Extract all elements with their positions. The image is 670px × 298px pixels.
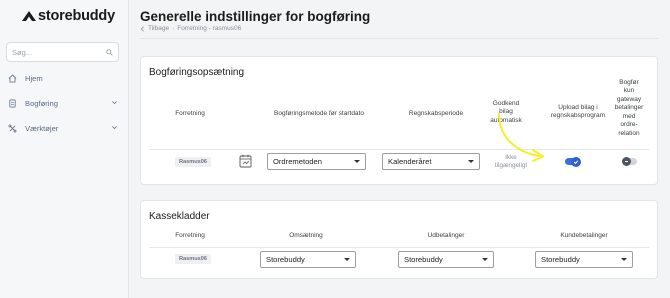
payouts-select[interactable]: Storebuddy [398, 251, 494, 268]
header-line: Godkend [492, 100, 520, 107]
minus-icon [622, 157, 631, 166]
sidebar-item-label: Bogføring [25, 98, 58, 108]
annotation-arrow-icon [498, 113, 544, 162]
column-header-store: Forretning [175, 232, 205, 239]
row-divider [149, 149, 649, 150]
chevron-left-icon [140, 25, 144, 32]
card-title: Bogføringsopsætning [149, 67, 245, 78]
header-line: Bogfør [619, 79, 639, 86]
sidebar: storebuddy Søg... Hjem Bogføring Værktøj… [0, 0, 129, 298]
document-icon [7, 98, 17, 108]
gateway-toggle[interactable] [622, 157, 637, 166]
column-header-method: Bogføringsmetode før startdato [274, 110, 364, 117]
sidebar-item-label: Værktøjer [25, 123, 59, 133]
sidebar-item-label: Hjem [25, 73, 43, 83]
sidebar-item-bogforing[interactable]: Bogføring [7, 95, 122, 111]
select-value: Ordremetoden [273, 157, 322, 166]
row-divider [149, 247, 649, 248]
breadcrumb-separator: · [172, 25, 175, 32]
tools-icon [7, 123, 17, 133]
calendar-icon[interactable] [239, 154, 252, 168]
column-header-store: Forretning [175, 110, 205, 117]
caret-down-icon [621, 258, 627, 261]
caret-down-icon [468, 160, 474, 163]
sidebar-item-vaerktojer[interactable]: Værktøjer [7, 120, 122, 136]
column-header-payouts: Udbetalinger [427, 232, 465, 239]
logo-mark-icon [22, 11, 36, 21]
column-header-upload: Upload bilag i regnskabsprogram [543, 104, 613, 121]
cash-ledgers-card: Kassekladder Forretning Omsætning Udbeta… [140, 200, 658, 279]
header-line: betalinger [614, 104, 644, 112]
storebuddy-logo[interactable]: storebuddy [22, 8, 115, 24]
select-value: Storebuddy [266, 255, 305, 264]
caret-down-icon [354, 160, 360, 163]
accounting-setup-card: Bogføringsopsætning Forretning Bogføring… [140, 56, 658, 185]
select-value: Storebuddy [404, 255, 443, 264]
header-line: kun [623, 87, 635, 95]
check-icon [571, 156, 581, 167]
header-line: med [622, 112, 636, 120]
home-icon [7, 73, 17, 83]
column-header-period: Regnskabsperiode [408, 110, 464, 117]
header-line: relation [618, 129, 640, 137]
chevron-down-icon[interactable] [111, 124, 118, 131]
chevron-down-icon[interactable] [111, 99, 118, 106]
caret-down-icon [344, 258, 350, 261]
search-icon [106, 48, 113, 56]
revenue-select[interactable]: Storebuddy [260, 251, 356, 268]
caret-down-icon [482, 258, 488, 261]
search-placeholder: Søg... [12, 47, 33, 57]
header-line: ordre- [620, 121, 638, 129]
column-header-gateway: Bogfør kun gateway betalinger med ordre-… [608, 79, 650, 138]
breadcrumb: Tilbage · Forretning - rasmus06 [140, 25, 241, 32]
column-header-customer-payments: Kundebetalinger [560, 232, 608, 239]
customer-payments-select[interactable]: Storebuddy [535, 251, 633, 268]
sidebar-item-home[interactable]: Hjem [7, 70, 122, 86]
search-input[interactable]: Søg... [6, 42, 119, 62]
store-badge: Rasmus06 [175, 254, 211, 264]
unavailable-line: tilgængeligt [494, 162, 528, 170]
header-line: regnskabsprogram [550, 112, 606, 120]
header-line: gateway [616, 95, 642, 103]
upload-toggle[interactable] [565, 156, 581, 167]
period-select[interactable]: Kalenderåret [382, 153, 480, 170]
select-value: Kalenderåret [388, 157, 432, 166]
select-value: Storebuddy [541, 255, 580, 264]
store-badge: Rasmus06 [175, 157, 211, 167]
header-divider [140, 38, 658, 39]
logo-text: storebuddy [38, 8, 115, 24]
column-header-revenue: Omsætning [289, 232, 323, 239]
card-title: Kassekladder [149, 211, 210, 222]
breadcrumb-back-link[interactable]: Tilbage [148, 25, 169, 32]
page-title: Generelle indstillinger for bogføring [140, 9, 371, 24]
method-select[interactable]: Ordremetoden [267, 153, 366, 170]
breadcrumb-current: Forretning - rasmus06 [177, 25, 242, 32]
header-line: Upload bilag i [558, 104, 598, 111]
